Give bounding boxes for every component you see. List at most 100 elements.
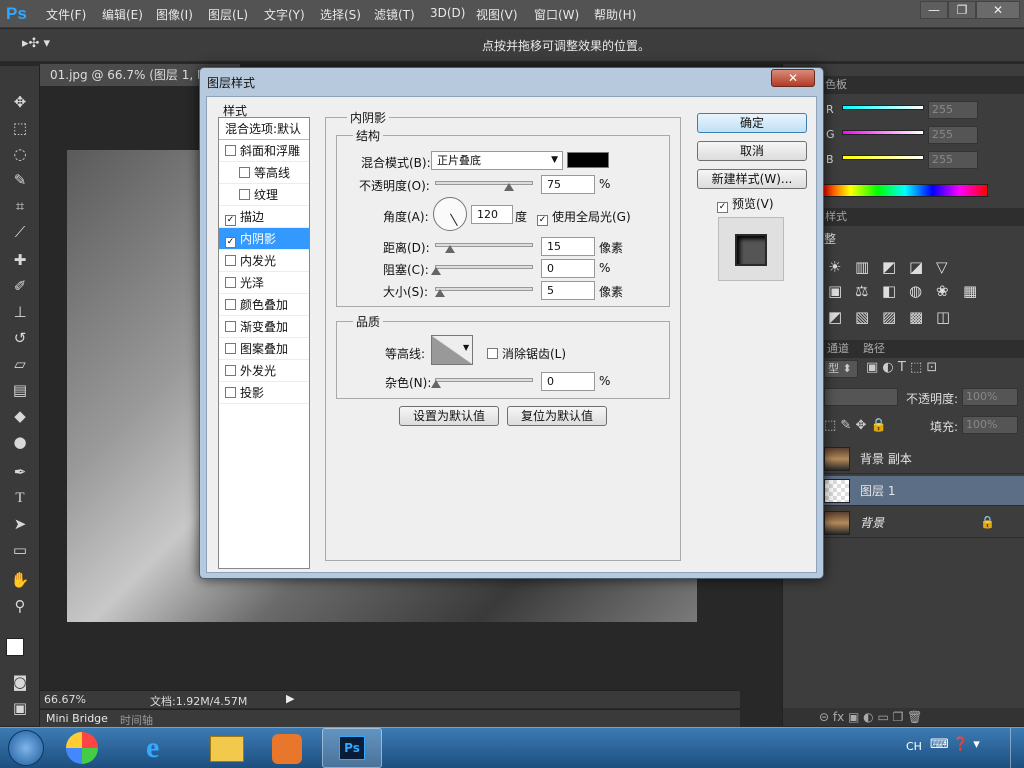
shadow-color-swatch[interactable]	[567, 152, 609, 168]
adjustment-icon[interactable]: ⚖	[855, 282, 868, 300]
gradient-tool-icon[interactable]: ▤	[9, 380, 31, 400]
adjustment-icon[interactable]: ▧	[855, 308, 869, 326]
menu-item[interactable]: 图像(I)	[156, 6, 193, 23]
pen-tool-icon[interactable]: ✒	[9, 462, 31, 482]
menu-item[interactable]: 视图(V)	[476, 6, 518, 23]
style-item[interactable]: 投影	[219, 382, 309, 404]
channel-value[interactable]: 255	[928, 126, 978, 144]
menu-item[interactable]: 文件(F)	[46, 6, 86, 23]
tab-channels[interactable]: 通道	[827, 342, 849, 355]
adjustment-icon[interactable]: ▨	[882, 308, 896, 326]
adjustment-icon[interactable]: ◧	[882, 282, 896, 300]
brush-tool-icon[interactable]: ✐	[9, 276, 31, 296]
style-item-checkbox-icon[interactable]	[239, 189, 250, 200]
dialog-close-button[interactable]: ✕	[771, 69, 815, 87]
style-item-checkbox-icon[interactable]	[225, 365, 236, 376]
stamp-tool-icon[interactable]: ⊥	[9, 302, 31, 322]
angle-input[interactable]: 120	[471, 205, 513, 224]
adjustment-icon[interactable]: ◩	[882, 258, 896, 276]
style-item-checkbox-icon[interactable]: ✓	[225, 215, 236, 226]
style-item-checkbox-icon[interactable]	[225, 343, 236, 354]
hand-tool-icon[interactable]: ✋	[9, 570, 31, 590]
style-item[interactable]: 光泽	[219, 272, 309, 294]
adjustment-icon[interactable]: ◍	[909, 282, 922, 300]
adjustment-icon[interactable]: ◫	[936, 308, 950, 326]
blend-mode-select[interactable]	[824, 388, 898, 406]
style-item[interactable]: 等高线	[219, 162, 309, 184]
media-player-icon[interactable]	[272, 734, 302, 764]
size-slider[interactable]	[435, 287, 533, 291]
menu-item[interactable]: 文字(Y)	[264, 6, 305, 23]
color-spectrum[interactable]	[822, 184, 988, 197]
style-item[interactable]: ✓ 描边	[219, 206, 309, 228]
layers-footer-icons[interactable]: ⊝ fx ▣ ◐ ▭ ❐ 🗑	[783, 708, 1024, 726]
shape-tool-icon[interactable]: ▭	[9, 540, 31, 560]
style-item[interactable]: 内发光	[219, 250, 309, 272]
zoom-tool-icon[interactable]: ⚲	[9, 596, 31, 616]
minimize-button[interactable]: —	[920, 1, 948, 19]
blend-mode-dropdown[interactable]: 正片叠底 ▼	[431, 151, 563, 170]
type-tool-icon[interactable]: T	[9, 488, 31, 508]
healing-brush-icon[interactable]: ✚	[9, 250, 31, 270]
adjustment-icon[interactable]: ❀	[936, 282, 949, 300]
style-item[interactable]: 颜色叠加	[219, 294, 309, 316]
layer-kind-filter[interactable]: 型 ⬍	[824, 360, 858, 378]
style-item[interactable]: ✓ 内阴影	[219, 228, 309, 250]
opacity-slider[interactable]	[435, 181, 533, 185]
layer-row[interactable]: 背景 副本	[822, 444, 1024, 474]
zoom-level[interactable]: 66.67%	[44, 693, 86, 706]
quick-mask-icon[interactable]: ◙	[9, 672, 31, 692]
style-item[interactable]: 纹理	[219, 184, 309, 206]
tab-swatches[interactable]: 色板	[825, 78, 847, 91]
contour-chevron-icon[interactable]: ▼	[463, 343, 469, 352]
start-button[interactable]	[8, 730, 44, 766]
quick-select-tool-icon[interactable]: ✎	[9, 170, 31, 190]
explorer-icon[interactable]	[210, 736, 244, 762]
style-item-checkbox-icon[interactable]	[225, 145, 236, 156]
adjustment-icon[interactable]: ▩	[909, 308, 923, 326]
style-item-checkbox-icon[interactable]	[225, 255, 236, 266]
choke-input[interactable]: 0	[541, 259, 595, 278]
app-close-button[interactable]: ✕	[976, 1, 1020, 19]
channel-value[interactable]: 255	[928, 101, 978, 119]
layer-opacity-field[interactable]: 100%	[962, 388, 1018, 406]
eyedropper-tool-icon[interactable]: ⟋	[9, 222, 31, 242]
choke-slider-handle[interactable]	[431, 267, 441, 275]
adjustment-icon[interactable]: ▣	[828, 282, 842, 300]
status-menu-arrow-icon[interactable]: ▶	[286, 692, 294, 705]
move-tool-preset-icon[interactable]: ▸✣ ▾	[22, 36, 50, 51]
adjustment-icon[interactable]: ▥	[855, 258, 869, 276]
tab-paths[interactable]: 路径	[863, 342, 885, 355]
ok-button[interactable]: 确定	[697, 113, 807, 133]
menu-item[interactable]: 编辑(E)	[102, 6, 143, 23]
cancel-button[interactable]: 取消	[697, 141, 807, 161]
foreground-color-swatch[interactable]	[6, 638, 24, 656]
style-item-checkbox-icon[interactable]	[225, 387, 236, 398]
show-desktop-button[interactable]	[1010, 728, 1024, 768]
ie-icon[interactable]: e	[146, 731, 159, 765]
screen-mode-icon[interactable]: ▣	[9, 698, 31, 718]
noise-slider-handle[interactable]	[431, 380, 441, 388]
menu-item[interactable]: 选择(S)	[320, 6, 361, 23]
style-item-checkbox-icon[interactable]	[225, 299, 236, 310]
style-item-checkbox-icon[interactable]	[239, 167, 250, 178]
layer-filter-icons[interactable]: ▣ ◐ T ⬚ ⊡	[866, 360, 937, 375]
lasso-tool-icon[interactable]: ◌	[9, 144, 31, 164]
menu-item[interactable]: 帮助(H)	[594, 6, 636, 23]
eraser-tool-icon[interactable]: ▱	[9, 354, 31, 374]
move-tool-icon[interactable]: ✥	[9, 92, 31, 112]
blur-tool-icon[interactable]: ◆	[9, 406, 31, 426]
adjustment-icon[interactable]: ▽	[936, 258, 948, 276]
preview-checkbox[interactable]: ✓ 预览(V)	[717, 195, 774, 213]
channel-value[interactable]: 255	[928, 151, 978, 169]
style-item-checkbox-icon[interactable]	[225, 321, 236, 332]
tab-mini-bridge[interactable]: Mini Bridge	[46, 712, 108, 725]
menu-item[interactable]: 3D(D)	[430, 6, 465, 20]
opacity-input[interactable]: 75	[541, 175, 595, 194]
blend-options-item[interactable]: 混合选项:默认	[219, 118, 309, 140]
antialias-checkbox[interactable]: 消除锯齿(L)	[487, 345, 566, 362]
size-slider-handle[interactable]	[435, 289, 445, 297]
noise-input[interactable]: 0	[541, 372, 595, 391]
style-item[interactable]: 斜面和浮雕	[219, 140, 309, 162]
adjustment-icon[interactable]: ◪	[909, 258, 923, 276]
